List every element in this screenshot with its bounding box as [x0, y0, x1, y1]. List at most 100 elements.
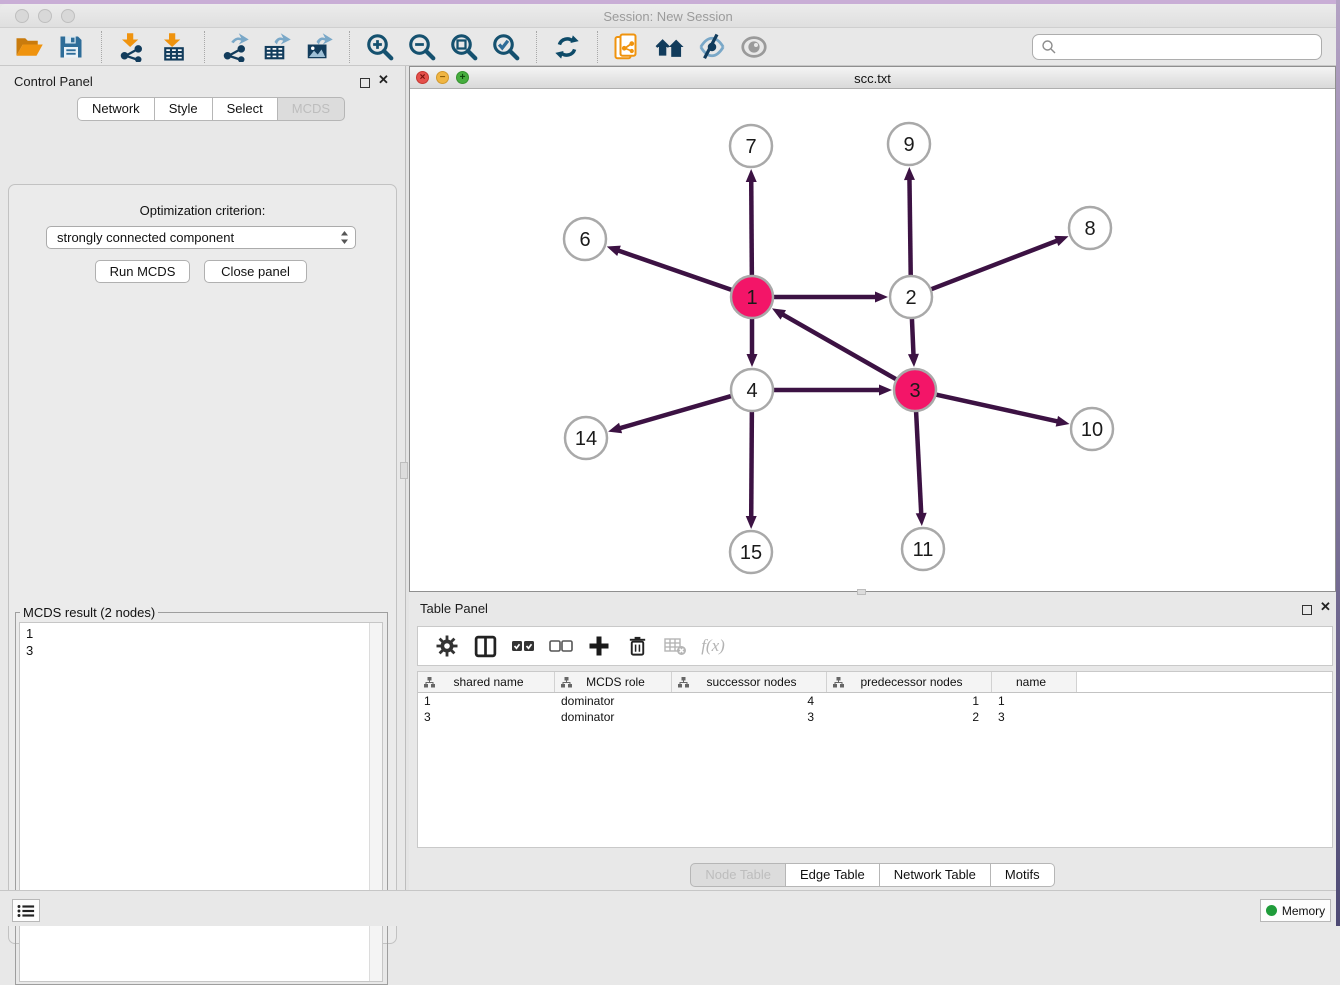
graph-node-label-2: 2 [905, 287, 916, 309]
graph-edge-3-10[interactable] [934, 394, 1059, 422]
graph-node-label-11: 11 [913, 539, 934, 561]
network-view-window: × − + scc.txt 7968124314101511 [409, 66, 1336, 592]
show-column-panel-icon[interactable] [470, 631, 500, 661]
table-panel-close-icon[interactable]: ✕ [1320, 602, 1331, 612]
mcds-result-legend: MCDS result (2 nodes) [20, 605, 158, 620]
cell-name[interactable]: 3 [992, 709, 1077, 725]
tab-network-table[interactable]: Network Table [880, 863, 991, 887]
mcds-result-text: 1 3 [20, 623, 369, 981]
graph-edge-1-7[interactable] [751, 180, 752, 278]
tab-node-table[interactable]: Node Table [690, 863, 786, 887]
graph-edge-1-6[interactable] [617, 250, 734, 291]
delete-column-trash-icon[interactable] [622, 631, 652, 661]
cell-mcds-role[interactable]: dominator [555, 709, 672, 725]
zoom-fit-icon[interactable] [448, 31, 480, 63]
new-network-from-file-icon[interactable] [612, 31, 644, 63]
graph-edge-4-14[interactable] [619, 395, 734, 428]
refresh-icon[interactable] [551, 31, 583, 63]
control-panel-float-icon[interactable] [360, 75, 370, 93]
select-chevrons-icon [340, 230, 349, 245]
memory-button[interactable]: Memory [1260, 899, 1331, 922]
create-column-plus-icon[interactable] [584, 631, 614, 661]
hide-selected-icon[interactable] [696, 31, 728, 63]
table-panel-float-icon[interactable] [1302, 602, 1312, 620]
graph-node-label-14: 14 [575, 428, 597, 450]
first-neighbors-icon[interactable] [654, 31, 686, 63]
graph-edge-arrowhead [746, 169, 757, 182]
graph-edge-3-1[interactable] [782, 314, 899, 381]
graph-node-label-3: 3 [909, 380, 920, 402]
table-row[interactable]: 1 dominator 4 1 1 [418, 693, 1332, 709]
result-scrollbar[interactable] [369, 623, 382, 981]
select-all-rows-icon[interactable] [508, 631, 538, 661]
table-settings-gear-icon[interactable] [432, 631, 462, 661]
network-graph[interactable]: 7968124314101511 [410, 89, 1335, 591]
toolbar-separator [204, 31, 205, 63]
graph-edge-2-8[interactable] [929, 240, 1059, 290]
export-table-icon[interactable] [261, 31, 293, 63]
graph-edge-arrowhead [1054, 236, 1068, 246]
import-network-icon[interactable] [116, 31, 148, 63]
save-session-icon[interactable] [55, 31, 87, 63]
cell-predecessor-nodes[interactable]: 1 [827, 693, 992, 709]
run-mcds-button[interactable]: Run MCDS [95, 260, 190, 283]
search-icon [1041, 39, 1057, 55]
vertical-splitter-handle[interactable] [400, 462, 408, 479]
close-panel-button[interactable]: Close panel [204, 260, 307, 283]
column-header-shared-name[interactable]: shared name [418, 672, 555, 692]
import-table-icon[interactable] [158, 31, 190, 63]
open-session-icon[interactable] [13, 31, 45, 63]
window-title: Session: New Session [0, 9, 1336, 24]
cell-predecessor-nodes[interactable]: 2 [827, 709, 992, 725]
task-history-button[interactable] [12, 899, 40, 922]
selected-option: strongly connected component [57, 230, 234, 245]
memory-label: Memory [1282, 904, 1325, 918]
column-header-mcds-role[interactable]: MCDS role [555, 672, 672, 692]
cell-mcds-role[interactable]: dominator [555, 693, 672, 709]
cell-shared-name[interactable]: 3 [418, 709, 555, 725]
tab-mcds[interactable]: MCDS [278, 97, 345, 121]
control-panel-close-icon[interactable]: ✕ [378, 75, 389, 85]
column-header-name[interactable]: name [992, 672, 1077, 692]
table-row[interactable]: 3 dominator 3 2 3 [418, 709, 1332, 725]
cell-successor-nodes[interactable]: 3 [672, 709, 827, 725]
graph-edge-arrowhead [904, 167, 915, 180]
graph-edge-arrowhead [1056, 416, 1070, 427]
tab-network[interactable]: Network [77, 97, 155, 121]
search-box[interactable] [1032, 34, 1322, 60]
optimization-criterion-select[interactable]: strongly connected component [46, 226, 356, 249]
graph-edge-2-9[interactable] [909, 178, 910, 278]
graph-node-label-1: 1 [746, 287, 757, 309]
main-toolbar [0, 28, 1336, 66]
tab-motifs[interactable]: Motifs [991, 863, 1055, 887]
cell-name[interactable]: 1 [992, 693, 1077, 709]
graph-edge-arrowhead [879, 385, 892, 396]
toolbar-separator [101, 31, 102, 63]
cell-shared-name[interactable]: 1 [418, 693, 555, 709]
export-network-icon[interactable] [219, 31, 251, 63]
zoom-in-icon[interactable] [364, 31, 396, 63]
deselect-all-rows-icon[interactable] [546, 631, 576, 661]
control-panel: Control Panel ✕ Network Style Select MCD… [0, 66, 405, 890]
zoom-selected-icon[interactable] [490, 31, 522, 63]
column-header-successor-nodes[interactable]: successor nodes [672, 672, 827, 692]
zoom-out-icon[interactable] [406, 31, 438, 63]
column-type-icon [833, 677, 844, 688]
table-toolbar: f(x) [417, 626, 1333, 666]
graph-edge-4-15[interactable] [751, 409, 752, 518]
graph-node-label-10: 10 [1081, 419, 1103, 441]
column-header-predecessor-nodes[interactable]: predecessor nodes [827, 672, 992, 692]
search-input[interactable] [1063, 39, 1313, 54]
graph-edge-3-11[interactable] [916, 409, 921, 515]
window-titlebar: Session: New Session [0, 4, 1336, 28]
graph-node-label-7: 7 [745, 136, 756, 158]
graph-node-label-6: 6 [579, 229, 590, 251]
table-panel-title: Table Panel [420, 601, 488, 616]
tab-style[interactable]: Style [155, 97, 213, 121]
tab-edge-table[interactable]: Edge Table [786, 863, 880, 887]
cell-successor-nodes[interactable]: 4 [672, 693, 827, 709]
graph-edge-2-3[interactable] [912, 316, 914, 356]
tab-select[interactable]: Select [213, 97, 278, 121]
export-image-icon[interactable] [303, 31, 335, 63]
show-all-icon[interactable] [738, 31, 770, 63]
